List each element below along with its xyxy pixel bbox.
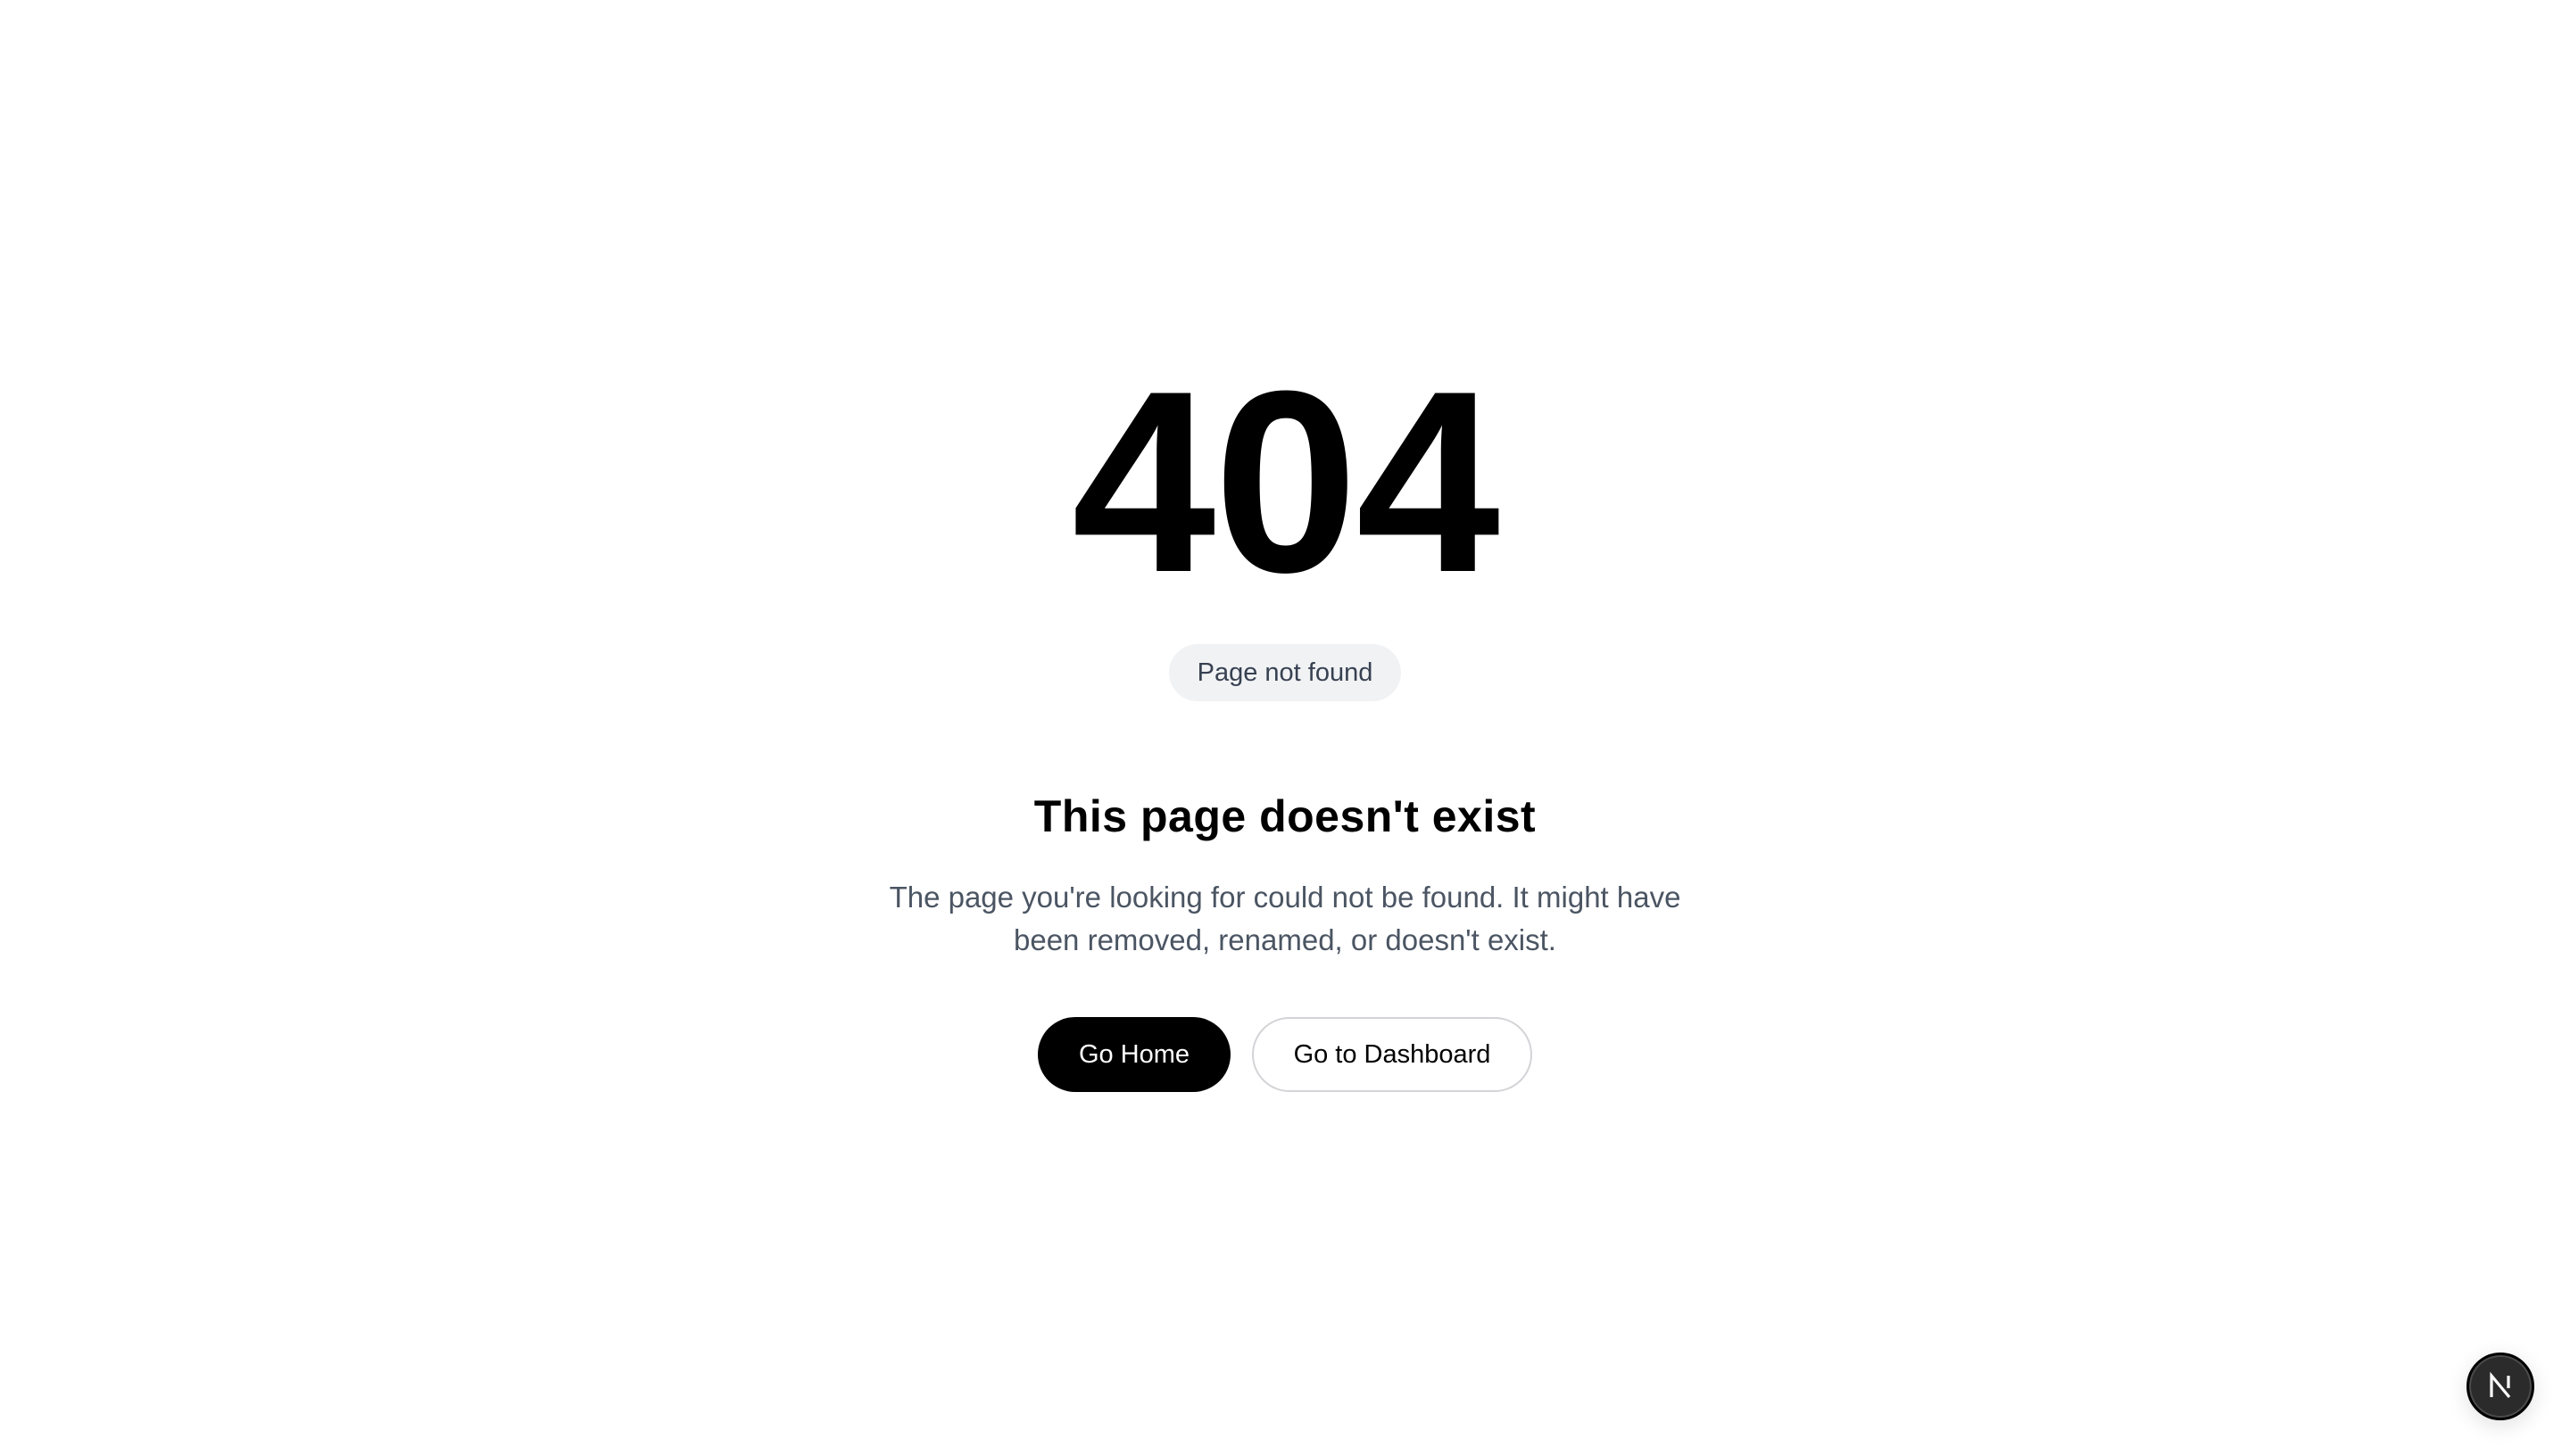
nextjs-dev-tools-button[interactable]: [2466, 1353, 2534, 1420]
error-code: 404: [1072, 337, 1500, 626]
not-found-page: 404 Page not found This page doesn't exi…: [0, 0, 2570, 1456]
error-content: 404 Page not found This page doesn't exi…: [0, 337, 2570, 1092]
status-badge: Page not found: [1168, 644, 1402, 701]
action-buttons: Go Home Go to Dashboard: [1038, 1017, 1532, 1092]
go-home-button[interactable]: Go Home: [1038, 1017, 1231, 1092]
go-to-dashboard-button[interactable]: Go to Dashboard: [1252, 1017, 1532, 1092]
error-description: The page you're looking for could not be…: [889, 881, 1681, 956]
nextjs-logo-icon: [2485, 1371, 2516, 1402]
page-title: This page doesn't exist: [1033, 791, 1537, 841]
